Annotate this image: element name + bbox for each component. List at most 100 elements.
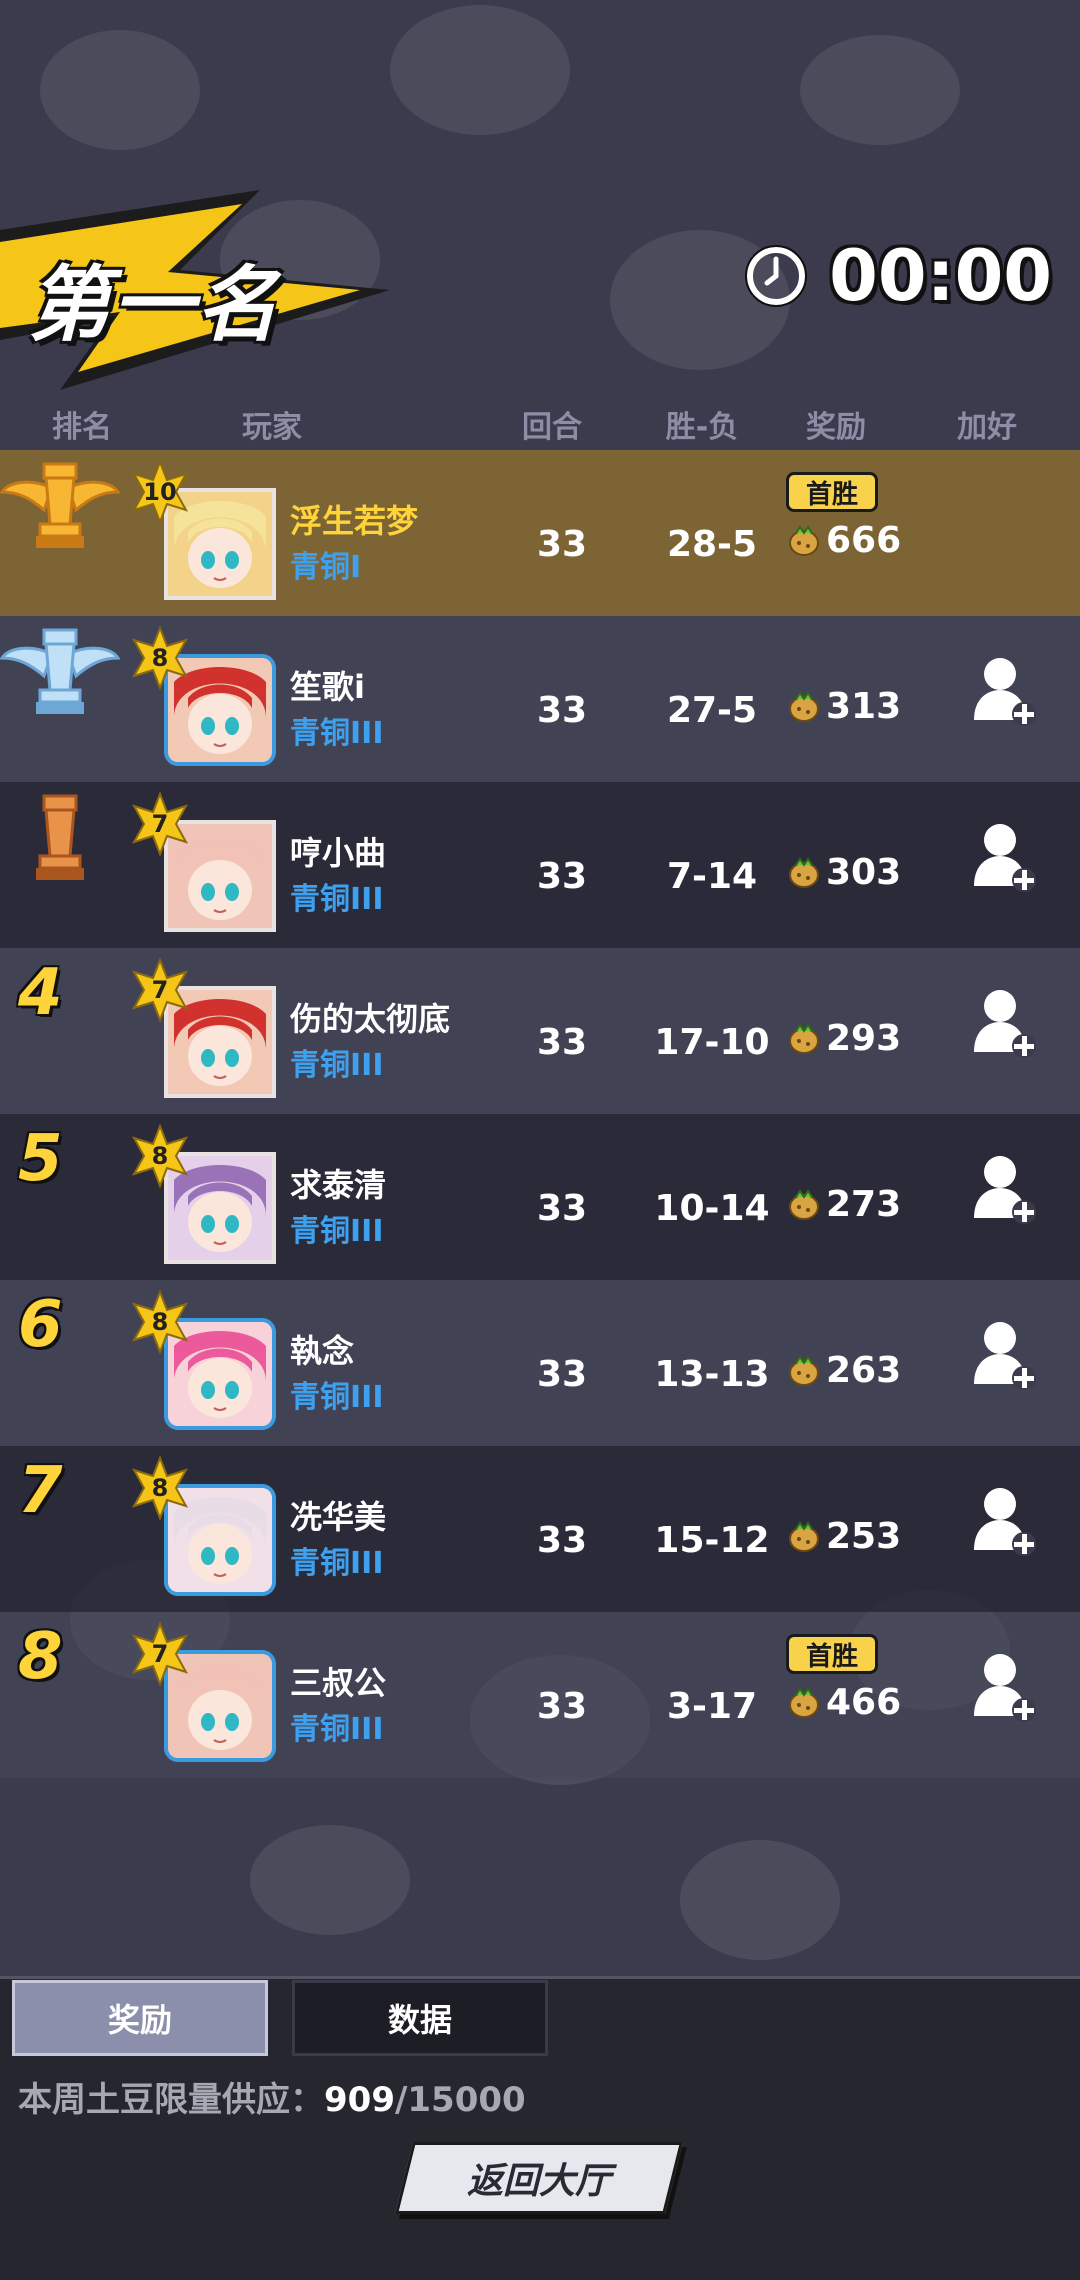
level-badge: 8 [128, 1455, 192, 1521]
leaderboard-row: 8 7 三叔公 青铜III 33 3-17 首胜 466 [0, 1612, 1080, 1778]
player-name: 笙歌i [290, 668, 365, 706]
level-value: 8 [151, 1474, 169, 1502]
tab-rewards[interactable]: 奖励 [12, 1980, 268, 2056]
rounds-value: 33 [536, 1022, 588, 1063]
player-tier: 青铜III [290, 1380, 384, 1415]
reward-value: 666 [826, 520, 902, 561]
player-name: 冼华美 [290, 1498, 387, 1536]
level-value: 8 [151, 1308, 169, 1336]
potato-coin-icon [789, 1686, 819, 1718]
silver-trophy-icon [0, 628, 120, 714]
reward: 253 [786, 1516, 901, 1557]
add-friend-icon[interactable] [970, 1318, 1040, 1392]
rounds-value: 33 [536, 1354, 588, 1395]
header-player: 玩家 [242, 410, 302, 445]
level-value: 8 [151, 1142, 169, 1170]
back-to-lobby-label: 返回大厅 [466, 2161, 611, 2202]
leaderboard-row: 5 8 求泰清 青铜III 33 10-14 273 [0, 1114, 1080, 1280]
column-headers: 排名 玩家 回合 胜-负 奖励 加好友 [0, 402, 1080, 489]
leaderboard-row: 10 浮生若梦青铜I 33 28-5 首胜 666 [0, 450, 1080, 616]
header-rounds: 回合 [522, 410, 582, 445]
player-tier: 青铜III [290, 1712, 384, 1747]
winloss-value: 27-5 [666, 690, 758, 731]
supply-current: 909 [324, 2080, 395, 2120]
timer-value: 00:00 [829, 235, 1052, 317]
reward-value: 253 [826, 1516, 902, 1557]
rounds-value: 33 [536, 1188, 588, 1229]
level-badge: 8 [128, 625, 192, 691]
add-friend-icon[interactable] [970, 1650, 1040, 1724]
potato-coin-icon [789, 1022, 819, 1054]
reward: 293 [786, 1018, 901, 1059]
winloss-value: 7-14 [666, 856, 758, 897]
potato-coin-icon [789, 1354, 819, 1386]
reward-value: 303 [826, 852, 902, 893]
bronze-trophy-icon [36, 794, 84, 880]
leaderboard-row: 4 7 伤的太彻底 青铜III 33 17-10 293 [0, 948, 1080, 1114]
potato-coin-icon [789, 524, 819, 556]
reward: 303 [786, 852, 901, 893]
potato-coin-icon [789, 690, 819, 722]
level-badge: 8 [128, 1289, 192, 1355]
reward-value: 466 [826, 1682, 902, 1723]
rounds-value: 33 [536, 1520, 588, 1561]
winloss-value: 17-10 [654, 1022, 770, 1063]
reward: 666 [786, 520, 901, 561]
player-tier: 青铜III [290, 716, 384, 751]
player-name: 執念 [290, 1332, 355, 1370]
rounds-value: 33 [536, 524, 588, 565]
leaderboard-row: 7 哼小曲 青铜III 33 7-14 303 [0, 782, 1080, 948]
add-friend-icon[interactable] [970, 1152, 1040, 1226]
rounds-value: 33 [536, 856, 588, 897]
page-title: 第一名 [28, 258, 280, 353]
clock-icon [745, 245, 808, 307]
leaderboard-row: 8 笙歌i 青铜III 33 27-5 313 [0, 616, 1080, 782]
potato-coin-icon [789, 1188, 819, 1220]
add-friend-icon[interactable] [970, 654, 1040, 728]
rounds-value: 33 [536, 1686, 588, 1727]
rounds-value: 33 [536, 690, 588, 731]
supply-label: 本周土豆限量供应： [18, 2080, 324, 2120]
winloss-value: 28-5 [666, 524, 758, 565]
header-rank: 排名 [52, 410, 112, 445]
leaderboard: 10 浮生若梦青铜I 33 28-5 首胜 666 8 笙歌i 青铜III 33 27-5 31… [0, 450, 1080, 1778]
level-value: 7 [151, 810, 169, 838]
reward: 263 [786, 1350, 901, 1391]
player-tier: 青铜III [290, 1048, 384, 1083]
tab-data[interactable]: 数据 [292, 1980, 548, 2056]
level-badge: 8 [128, 1123, 192, 1189]
level-badge: 10 [128, 459, 192, 525]
reward: 466 [786, 1682, 901, 1723]
leaderboard-row: 7 8 冼华美 青铜III 33 15-12 253 [0, 1446, 1080, 1612]
player-tier: 青铜I [290, 550, 362, 585]
potato-supply: 本周土豆限量供应：909/15000 [18, 2072, 526, 2121]
rank-number: 6 [18, 1288, 63, 1362]
leaderboard-row: 6 8 執念青铜III 33 13-13 263 [0, 1280, 1080, 1446]
rank-number: 7 [18, 1454, 63, 1528]
potato-coin-icon [789, 1520, 819, 1552]
level-value: 8 [151, 644, 169, 672]
reward-value: 263 [826, 1350, 902, 1391]
reward-value: 313 [826, 686, 902, 727]
player-name: 浮生若梦 [290, 502, 419, 540]
rank-number: 8 [18, 1620, 63, 1694]
rank-number: 5 [18, 1122, 63, 1196]
level-value: 7 [151, 1640, 169, 1668]
add-friend-icon[interactable] [970, 820, 1040, 894]
winloss-value: 15-12 [654, 1520, 770, 1561]
potato-coin-icon [789, 856, 819, 888]
add-friend-icon[interactable] [970, 986, 1040, 1060]
rank-number: 4 [18, 956, 63, 1030]
add-friend-icon[interactable] [970, 1484, 1040, 1558]
reward: 273 [786, 1184, 901, 1225]
level-badge: 7 [128, 791, 192, 857]
player-name: 三叔公 [290, 1664, 387, 1702]
header-reward: 奖励 [806, 410, 866, 445]
back-to-lobby-button[interactable]: 返回大厅 [395, 2142, 683, 2214]
first-win-badge: 首胜 [786, 472, 878, 512]
timer: 00:00 [745, 235, 1052, 317]
player-tier: 青铜III [290, 1214, 384, 1249]
player-tier: 青铜III [290, 882, 384, 917]
player-name: 伤的太彻底 [290, 1000, 451, 1038]
winloss-value: 13-13 [654, 1354, 770, 1395]
